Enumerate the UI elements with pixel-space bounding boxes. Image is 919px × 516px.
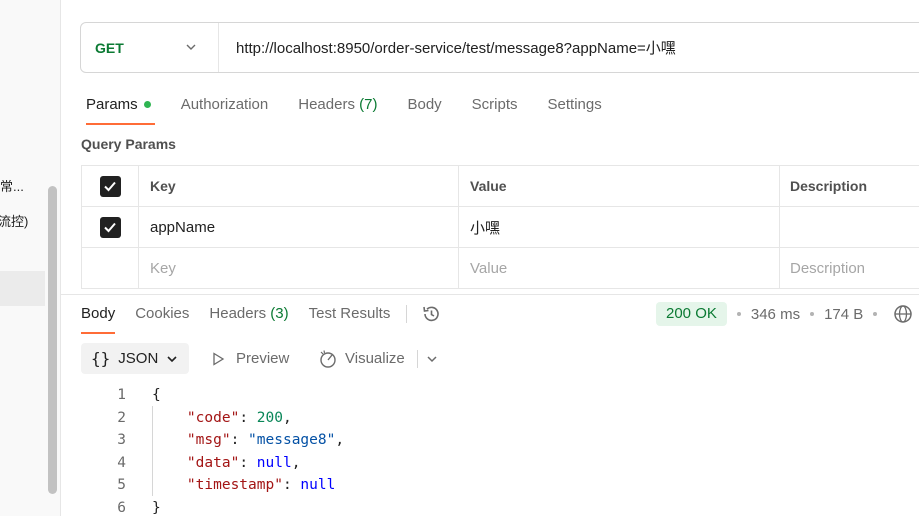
- line-number: 6: [117, 499, 126, 516]
- tab-count: (3): [270, 305, 289, 322]
- json-value: "message8": [248, 432, 336, 448]
- code-line: 2 "code": 200,: [100, 407, 344, 430]
- tab-label: Settings: [547, 96, 602, 113]
- line-number: 3: [117, 432, 126, 448]
- json-brace: }: [152, 499, 161, 516]
- tab-headers[interactable]: Headers (7): [298, 93, 377, 125]
- column-header-description: Description: [790, 178, 868, 194]
- select-all-checkbox[interactable]: [99, 175, 121, 197]
- response-stats: 200 OK 346 ms 174 B: [656, 302, 913, 326]
- tab-label: Authorization: [180, 96, 269, 113]
- history-icon[interactable]: [421, 304, 441, 324]
- format-select[interactable]: {} JSON: [81, 343, 189, 374]
- select-all-cell: [82, 166, 139, 206]
- response-time[interactable]: 346 ms: [751, 306, 800, 323]
- chevron-down-icon[interactable]: [426, 353, 438, 365]
- tab-settings[interactable]: Settings: [548, 93, 602, 125]
- sidebar: 常... 流控): [0, 0, 61, 516]
- divider: [406, 305, 408, 323]
- request-tabs: Params Authorization Headers (7) Body Sc…: [86, 93, 632, 125]
- line-number: 5: [117, 477, 126, 493]
- response-tabs: Body Cookies Headers (3) Test Results: [81, 302, 441, 334]
- code-line: 3 "msg": "message8",: [100, 429, 344, 452]
- tab-authorization[interactable]: Authorization: [181, 93, 269, 125]
- tab-test-results[interactable]: Test Results: [309, 302, 391, 334]
- column-header-key: Key: [139, 166, 459, 206]
- play-icon: [213, 351, 225, 366]
- chevron-down-icon: [167, 355, 177, 362]
- separator-dot: [736, 312, 741, 316]
- sidebar-item-label[interactable]: 常...: [0, 176, 24, 195]
- braces-icon: {}: [91, 349, 111, 368]
- param-value-field[interactable]: 小嘿: [459, 207, 780, 247]
- check-icon: [104, 181, 116, 192]
- param-description-field[interactable]: [780, 207, 919, 247]
- visualize-icon: [320, 349, 336, 368]
- json-key: "code": [186, 409, 240, 426]
- globe-icon[interactable]: [893, 304, 913, 324]
- line-number: 2: [117, 409, 126, 426]
- tab-body[interactable]: Body: [407, 93, 441, 125]
- chevron-down-icon: [186, 44, 196, 50]
- line-number: 1: [117, 387, 126, 403]
- tab-label: Headers: [298, 96, 355, 113]
- json-value: 200: [256, 409, 283, 426]
- row-checkbox[interactable]: [99, 216, 121, 238]
- preview-button[interactable]: Preview: [211, 343, 289, 374]
- tab-count: (7): [359, 96, 378, 113]
- tab-params[interactable]: Params: [86, 93, 155, 125]
- sidebar-item-selected[interactable]: [0, 271, 45, 306]
- param-key-field[interactable]: appName: [139, 207, 459, 247]
- tab-response-headers[interactable]: Headers (3): [209, 302, 288, 334]
- status-badge[interactable]: 200 OK: [656, 302, 727, 326]
- tab-label: Scripts: [471, 96, 518, 113]
- sidebar-scrollbar[interactable]: [48, 186, 57, 494]
- code-line: 4 "data": null,: [100, 452, 344, 475]
- tab-label: Body: [407, 96, 442, 113]
- json-value: null: [256, 454, 292, 471]
- response-size[interactable]: 174 B: [824, 306, 863, 323]
- visualize-button[interactable]: Visualize: [318, 343, 438, 374]
- new-key-input[interactable]: Key: [139, 248, 459, 288]
- tab-response-body[interactable]: Body: [81, 302, 116, 334]
- divider: [416, 349, 418, 368]
- column-header-value: Value: [459, 166, 780, 206]
- new-description-input[interactable]: Description: [780, 248, 919, 288]
- visualize-label: Visualize: [345, 350, 405, 367]
- active-dot-icon: [143, 100, 151, 108]
- tab-label: Headers: [209, 305, 267, 322]
- tab-scripts[interactable]: Scripts: [472, 93, 518, 125]
- url-bar: GET http://localhost:8950/order-service/…: [80, 22, 919, 73]
- separator-dot: [873, 312, 878, 316]
- table-header-row: Key Value Description: [81, 166, 919, 207]
- preview-label: Preview: [236, 350, 290, 367]
- json-key: "msg": [186, 432, 231, 448]
- params-table: Key Value Description appName 小嘿 Key Val…: [81, 165, 919, 289]
- sidebar-item-label[interactable]: 流控): [0, 211, 28, 230]
- code-line: 5 "timestamp": null: [100, 474, 344, 497]
- new-value-input[interactable]: Value: [459, 248, 780, 288]
- row-check-cell: [82, 248, 139, 288]
- code-line: 6}: [100, 497, 344, 516]
- row-check-cell: [82, 207, 139, 247]
- tab-label: Params: [86, 96, 138, 113]
- json-key: "data": [186, 454, 240, 471]
- url-input[interactable]: http://localhost:8950/order-service/test…: [219, 37, 676, 58]
- check-icon: [104, 222, 116, 233]
- table-row-new: Key Value Description: [81, 248, 919, 289]
- method-select[interactable]: GET: [81, 23, 219, 72]
- table-row: appName 小嘿: [81, 207, 919, 248]
- pane-divider[interactable]: [61, 294, 919, 295]
- line-number: 4: [117, 454, 126, 471]
- tab-cookies[interactable]: Cookies: [135, 302, 189, 334]
- json-key: "timestamp": [186, 477, 283, 493]
- json-brace: {: [152, 387, 161, 403]
- response-body-editor[interactable]: 1{ 2 "code": 200, 3 "msg": "message8", 4…: [100, 384, 344, 516]
- code-line: 1{: [100, 384, 344, 407]
- format-label: JSON: [118, 350, 159, 367]
- query-params-title: Query Params: [81, 136, 176, 152]
- method-label: GET: [95, 39, 124, 56]
- json-value: null: [300, 477, 336, 493]
- separator-dot: [810, 312, 815, 316]
